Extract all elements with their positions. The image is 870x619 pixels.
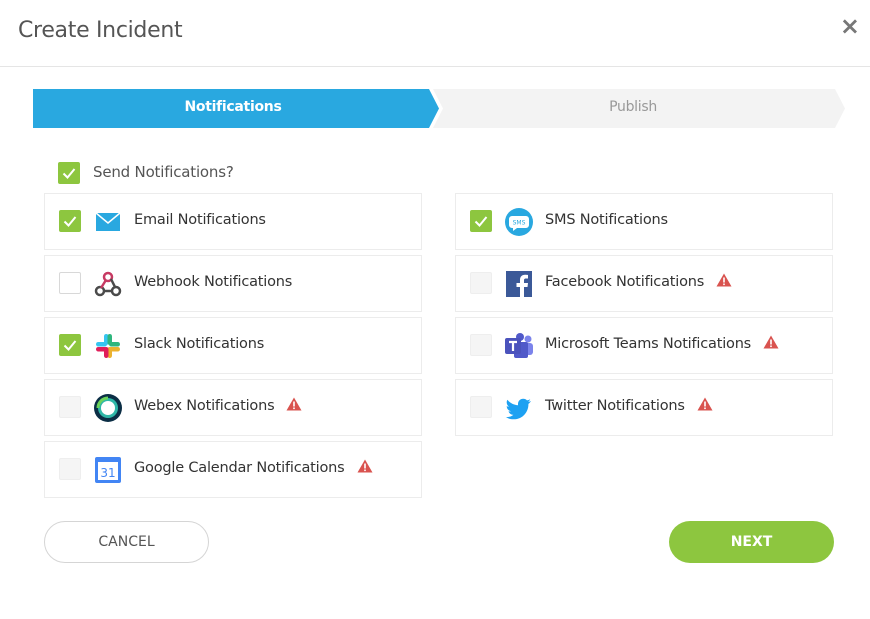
google-calendar-checkbox[interactable]	[59, 458, 81, 480]
google-calendar-icon-text: 31	[100, 466, 115, 480]
channel-label: SMS Notifications	[545, 212, 668, 228]
cancel-button[interactable]: CANCEL	[44, 521, 209, 563]
channel-label: Google Calendar Notifications	[134, 459, 373, 476]
checkmark-icon	[474, 216, 488, 227]
sms-icon-text: SMS	[513, 220, 526, 227]
microsoft-teams-icon	[505, 333, 533, 358]
twitter-icon	[505, 398, 531, 420]
channel-label-text: Google Calendar Notifications	[134, 460, 345, 476]
webex-icon	[94, 394, 122, 422]
email-icon	[95, 212, 121, 231]
facebook-checkbox[interactable]	[470, 272, 492, 294]
channel-label-text: Twitter Notifications	[545, 398, 685, 414]
channel-label: Email Notifications	[134, 212, 266, 228]
channel-card-email[interactable]: Email Notifications	[44, 193, 422, 250]
step-publish[interactable]: Publish	[433, 99, 833, 115]
close-icon[interactable]: ×	[840, 14, 860, 38]
channel-card-slack[interactable]: Slack Notifications	[44, 317, 422, 374]
send-notifications-checkbox[interactable]	[58, 162, 80, 184]
webex-checkbox[interactable]	[59, 396, 81, 418]
warning-icon[interactable]	[357, 459, 373, 473]
warning-icon[interactable]	[286, 397, 302, 411]
sms-checkbox[interactable]	[470, 210, 492, 232]
warning-icon[interactable]	[697, 397, 713, 411]
channel-label: Slack Notifications	[134, 336, 265, 352]
warning-icon[interactable]	[716, 273, 732, 287]
channel-card-google-calendar[interactable]: 31 Google Calendar Notifications	[44, 441, 422, 498]
checkmark-icon	[62, 168, 76, 179]
dialog-header: Create Incident ×	[0, 0, 870, 67]
channel-label: Microsoft Teams Notifications	[545, 335, 779, 352]
microsoft-teams-checkbox[interactable]	[470, 334, 492, 356]
channel-label: Webhook Notifications	[134, 274, 293, 290]
checkmark-icon	[63, 340, 77, 351]
slack-checkbox[interactable]	[59, 334, 81, 356]
warning-icon[interactable]	[763, 335, 779, 349]
channel-card-webhook[interactable]: Webhook Notifications	[44, 255, 422, 312]
channel-card-microsoft-teams[interactable]: Microsoft Teams Notifications	[455, 317, 833, 374]
twitter-checkbox[interactable]	[470, 396, 492, 418]
webhook-checkbox[interactable]	[59, 272, 81, 294]
channel-label-text: Webex Notifications	[134, 398, 275, 414]
email-checkbox[interactable]	[59, 210, 81, 232]
google-calendar-icon: 31	[95, 457, 121, 483]
send-notifications-label: Send Notifications?	[93, 163, 234, 181]
webhook-icon	[94, 271, 122, 297]
step-notifications[interactable]: Notifications	[33, 99, 433, 115]
channel-label-text: Microsoft Teams Notifications	[545, 336, 752, 352]
stepper: Notifications Publish	[33, 89, 845, 128]
channel-card-facebook[interactable]: Facebook Notifications	[455, 255, 833, 312]
channel-label-text: Facebook Notifications	[545, 274, 705, 290]
channel-label: Twitter Notifications	[545, 397, 713, 414]
facebook-icon	[506, 271, 532, 297]
channel-card-twitter[interactable]: Twitter Notifications	[455, 379, 833, 436]
channel-card-sms[interactable]: SMS SMS Notifications	[455, 193, 833, 250]
sms-icon: SMS	[505, 208, 533, 236]
next-button[interactable]: NEXT	[669, 521, 834, 563]
channel-label: Webex Notifications	[134, 397, 302, 414]
channel-card-webex[interactable]: Webex Notifications	[44, 379, 422, 436]
slack-icon	[96, 334, 120, 358]
checkmark-icon	[63, 216, 77, 227]
dialog-title: Create Incident	[18, 18, 183, 43]
channel-label: Facebook Notifications	[545, 273, 732, 290]
